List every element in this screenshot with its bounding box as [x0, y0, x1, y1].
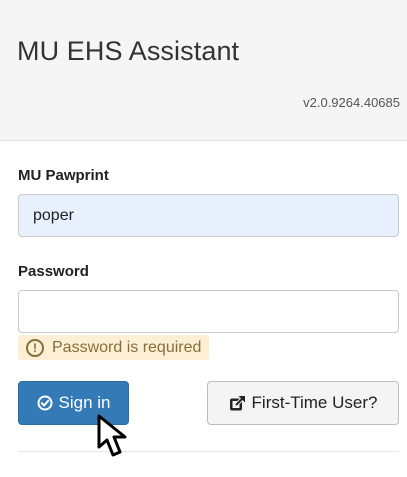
exclamation-circle-icon: ! — [26, 338, 44, 357]
password-error-message: ! Password is required — [18, 335, 210, 360]
password-error-text: Password is required — [52, 338, 202, 356]
username-label: MU Pawprint — [18, 167, 109, 184]
external-link-icon — [229, 395, 246, 412]
version-label: v2.0.9264.40685 — [303, 95, 400, 110]
password-input[interactable] — [18, 290, 399, 333]
sign-in-label: Sign in — [58, 393, 111, 412]
login-panel: MU EHS Assistant v2.0.9264.40685 MU Pawp… — [0, 0, 407, 477]
app-title: MU EHS Assistant — [17, 36, 240, 66]
panel-header: MU EHS Assistant v2.0.9264.40685 — [0, 0, 407, 141]
first-time-user-label: First-Time User? — [251, 393, 378, 412]
form-divider — [18, 451, 399, 452]
password-label: Password — [18, 263, 89, 280]
username-input[interactable] — [18, 194, 399, 237]
pointer-cursor-icon — [96, 414, 140, 460]
check-circle-icon — [37, 395, 53, 411]
first-time-user-button[interactable]: First-Time User? — [207, 381, 399, 425]
